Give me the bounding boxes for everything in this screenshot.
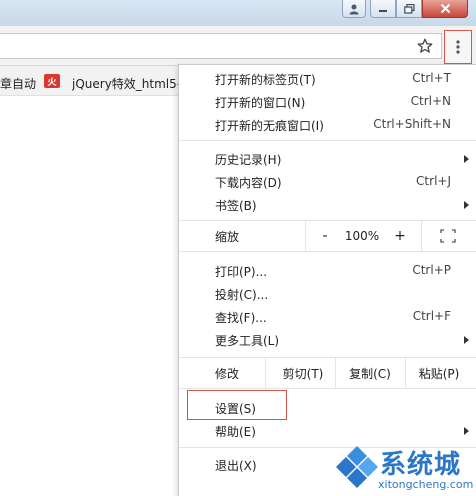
watermark-text: 系统城 — [380, 450, 462, 480]
submenu-arrow-icon — [464, 336, 469, 344]
menu-item-shortcut: Ctrl+F — [412, 309, 451, 323]
restore-icon — [403, 3, 415, 14]
menu-item-shortcut: Ctrl+T — [412, 71, 451, 85]
menu-item-label: 打开新的标签页(T) — [215, 73, 316, 87]
submenu-arrow-icon — [464, 427, 469, 435]
menu-item-label: 历史记录(H) — [215, 153, 282, 167]
bookmark-star-icon[interactable] — [416, 37, 434, 55]
minimize-icon — [379, 9, 387, 12]
menu-item-label: 下载内容(D) — [215, 176, 282, 190]
restore-button[interactable] — [396, 0, 422, 18]
edit-row: 修改 剪切(T) 复制(C) 粘贴(P) — [179, 358, 476, 388]
watermark-logo-icon — [336, 446, 378, 488]
menu-item-label: 打开新的窗口(N) — [215, 96, 306, 110]
menu-item-label: 查找(F)... — [215, 311, 267, 325]
edit-label: 修改 — [215, 366, 240, 381]
fullscreen-icon — [440, 229, 456, 243]
zoom-divider — [305, 221, 306, 251]
menu-item-label: 打开新的无痕窗口(I) — [215, 119, 324, 133]
edit-divider — [335, 358, 336, 388]
settings-highlight-box — [187, 390, 287, 420]
menu-item-downloads[interactable]: 下载内容(D) Ctrl+J — [179, 170, 476, 193]
watermark: 系统城 xitongcheng.com — [332, 440, 476, 496]
chrome-main-menu: 打开新的标签页(T) Ctrl+T 打开新的窗口(N) Ctrl+N 打开新的无… — [178, 64, 476, 496]
menu-item-new-window[interactable]: 打开新的窗口(N) Ctrl+N — [179, 90, 476, 113]
edit-divider — [265, 358, 266, 388]
browser-window: 章自动 火 jQuery特效_html5- 打开新的标签页(T) Ctrl+T … — [0, 0, 476, 496]
submenu-arrow-icon — [464, 155, 469, 163]
copy-button[interactable]: 复制(C) — [337, 358, 403, 388]
menu-item-shortcut: Ctrl+J — [416, 174, 451, 188]
cut-button[interactable]: 剪切(T) — [267, 358, 339, 388]
menu-item-label: 更多工具(L) — [215, 334, 280, 348]
zoom-label: 缩放 — [215, 229, 240, 244]
menu-item-help[interactable]: 帮助(E) — [179, 419, 476, 442]
menu-item-label: 帮助(E) — [215, 425, 256, 439]
menu-item-label: 书签(B) — [215, 199, 257, 213]
menu-item-label: 投射(C)... — [215, 288, 269, 302]
close-icon — [440, 3, 450, 14]
edit-divider — [405, 358, 406, 388]
bookmark-item[interactable]: jQuery特效_html5- — [72, 75, 180, 92]
zoom-divider — [421, 221, 422, 251]
menu-separator — [179, 251, 476, 252]
menu-item-more-tools[interactable]: 更多工具(L) — [179, 328, 476, 351]
menu-separator — [179, 388, 476, 389]
bookmark-favicon: 火 — [44, 74, 60, 88]
zoom-out-button[interactable]: - — [311, 221, 339, 251]
menu-item-new-tab[interactable]: 打开新的标签页(T) Ctrl+T — [179, 67, 476, 90]
more-vertical-icon — [456, 40, 460, 54]
title-bar — [0, 0, 476, 26]
menu-item-shortcut: Ctrl+P — [412, 263, 451, 277]
menu-item-new-incognito-window[interactable]: 打开新的无痕窗口(I) Ctrl+Shift+N — [179, 113, 476, 136]
menu-item-find[interactable]: 查找(F)... Ctrl+F — [179, 305, 476, 328]
menu-separator — [179, 140, 476, 141]
zoom-in-button[interactable]: + — [387, 221, 413, 251]
menu-item-bookmarks[interactable]: 书签(B) — [179, 193, 476, 216]
watermark-url: xitongcheng.com — [378, 478, 474, 491]
fullscreen-button[interactable] — [433, 221, 463, 251]
bookmark-item[interactable]: 章自动 — [0, 75, 36, 92]
user-profile-button[interactable] — [342, 0, 366, 18]
menu-item-cast[interactable]: 投射(C)... — [179, 282, 476, 305]
menu-item-history[interactable]: 历史记录(H) — [179, 147, 476, 170]
close-button[interactable] — [422, 0, 468, 18]
chrome-menu-button[interactable] — [444, 30, 472, 64]
menu-item-label: 退出(X) — [215, 459, 257, 473]
zoom-row: 缩放 - 100% + — [179, 221, 476, 251]
zoom-level: 100% — [344, 229, 380, 243]
menu-item-shortcut: Ctrl+N — [410, 94, 451, 108]
paste-button[interactable]: 粘贴(P) — [407, 358, 471, 388]
toolbar — [0, 26, 476, 66]
menu-item-label: 打印(P)... — [215, 265, 268, 279]
menu-item-shortcut: Ctrl+Shift+N — [373, 117, 451, 131]
address-bar[interactable] — [0, 33, 442, 59]
minimize-button[interactable] — [370, 0, 396, 18]
submenu-arrow-icon — [464, 201, 469, 209]
menu-item-print[interactable]: 打印(P)... Ctrl+P — [179, 259, 476, 282]
user-icon — [349, 4, 359, 14]
